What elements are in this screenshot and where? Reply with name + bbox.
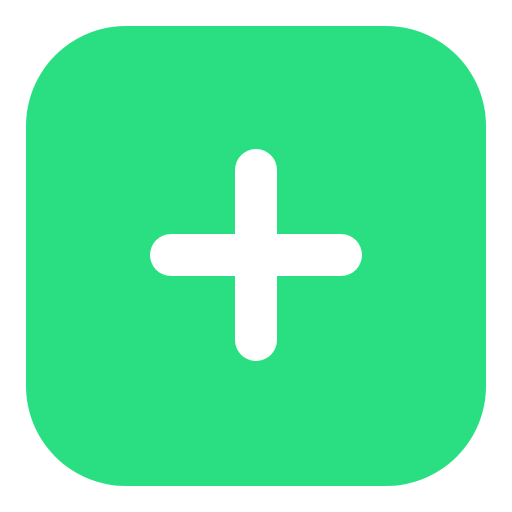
plus-icon: [26, 26, 486, 486]
canvas: [0, 0, 512, 512]
add-button[interactable]: [26, 26, 486, 486]
